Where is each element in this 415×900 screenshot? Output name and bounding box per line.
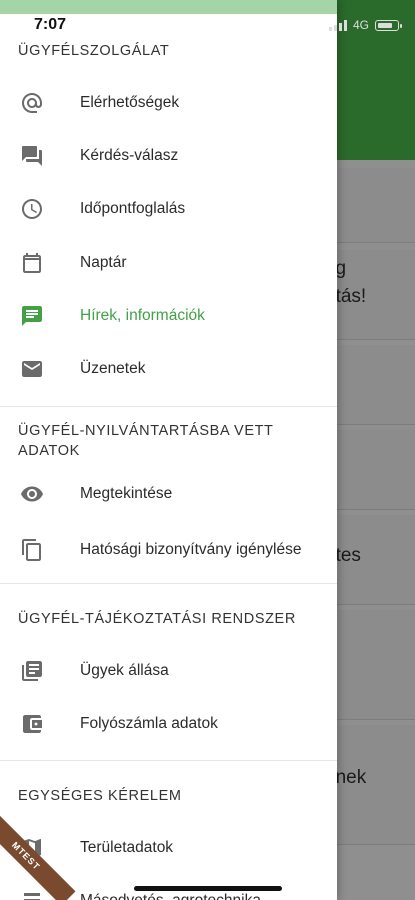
navigation-drawer: ÜGYFÉLSZOLGÁLAT Elérhetőségek Kérdés-vál… xyxy=(0,0,337,900)
drawer-header-tint xyxy=(0,0,337,14)
at-sign-icon xyxy=(19,90,45,116)
agrotechnics-icon xyxy=(19,888,45,900)
menu-item-ugyek-allasa[interactable]: Ügyek állása xyxy=(0,646,337,696)
menu-item-label: Kérdés-válasz xyxy=(80,147,179,164)
menu-item-label: Üzenetek xyxy=(80,360,146,377)
menu-item-megtekintese[interactable]: Megtekintése xyxy=(0,469,337,519)
menu-item-naptar[interactable]: Naptár xyxy=(0,238,337,288)
background-card[interactable] xyxy=(325,168,415,243)
menu-item-label: Megtekintése xyxy=(80,485,173,502)
home-indicator xyxy=(134,886,282,891)
background-card[interactable] xyxy=(325,345,415,425)
background-card[interactable]: -ig atás! xyxy=(325,250,415,340)
wallet-icon xyxy=(19,711,45,737)
section-title-tajekoztatasi-rendszer: ÜGYFÉL-TÁJÉKOZTATÁSI RENDSZER xyxy=(18,611,296,627)
menu-item-label: Másodvetés, agrotechnika xyxy=(80,891,323,900)
menu-item-label: Időpontfoglalás xyxy=(80,200,186,217)
mail-icon xyxy=(19,356,45,382)
calendar-icon xyxy=(19,250,45,276)
section-title-nyilvantartas: ÜGYFÉL-NYILVÁNTARTÁSBA VETT ADATOK xyxy=(18,423,274,459)
message-icon xyxy=(19,303,45,329)
background-card[interactable]: ének xyxy=(325,725,415,845)
section-divider xyxy=(0,406,337,407)
menu-item-label: Területadatok xyxy=(80,839,174,856)
chat-bubbles-icon xyxy=(19,143,45,169)
menu-item-uzenetek[interactable]: Üzenetek xyxy=(0,344,337,394)
menu-item-label: Elérhetőségek xyxy=(80,94,180,111)
menu-item-idopontfoglalas[interactable]: Időpontfoglalás xyxy=(0,184,337,234)
menu-item-label: Hírek, információk xyxy=(80,307,205,324)
menu-item-label: Naptár xyxy=(80,254,127,271)
section-title-ugyfelszolgalat: ÜGYFÉLSZOLGÁLAT xyxy=(18,43,170,59)
menu-item-hirek-informaciok[interactable]: Hírek, információk xyxy=(0,291,337,341)
menu-item-label: Ügyek állása xyxy=(80,662,169,679)
menu-item-folyoszamla-adatok[interactable]: Folyószámla adatok xyxy=(0,699,337,749)
clock-icon xyxy=(19,196,45,222)
section-divider xyxy=(0,583,337,584)
copy-icon xyxy=(19,537,45,563)
menu-item-kerdes-valasz[interactable]: Kérdés-válasz xyxy=(0,131,337,181)
eye-icon xyxy=(19,481,45,507)
library-books-icon xyxy=(19,658,45,684)
background-card[interactable]: s xyxy=(325,610,415,720)
menu-item-label: Hatósági bizonyítvány igénylése xyxy=(80,541,302,558)
menu-item-hatosagi-bizonyitvany[interactable]: Hatósági bizonyítvány igénylése xyxy=(0,521,337,579)
section-divider xyxy=(0,760,337,761)
menu-item-elerhetosegek[interactable]: Elérhetőségek xyxy=(0,78,337,128)
menu-item-label: Folyószámla adatok xyxy=(80,715,218,732)
section-title-egyseges-kerelem: EGYSÉGES KÉRELEM xyxy=(18,788,182,804)
background-card[interactable]: etes xyxy=(325,515,415,605)
background-card[interactable] xyxy=(325,430,415,510)
